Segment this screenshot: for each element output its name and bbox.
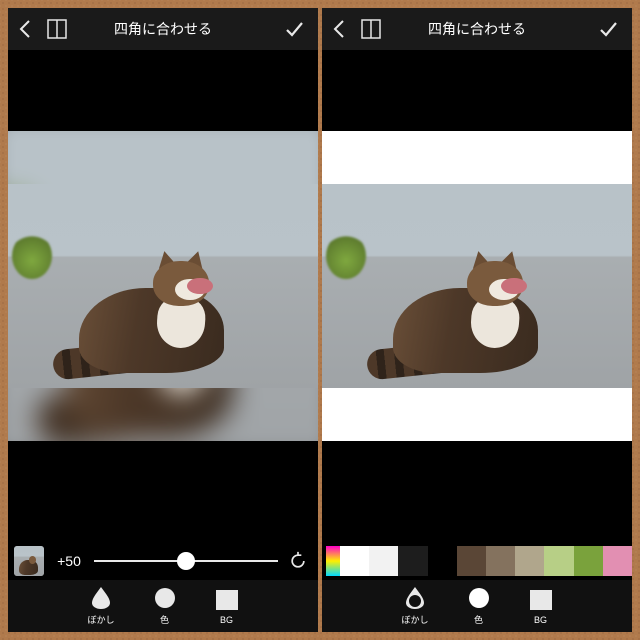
tool-bar: ぼかし 色 BG: [8, 580, 318, 632]
color-swatch[interactable]: [544, 546, 573, 576]
confirm-button[interactable]: [590, 8, 626, 50]
color-swatch[interactable]: [515, 546, 544, 576]
blur-option-bar: +50: [8, 542, 318, 580]
reset-button[interactable]: [284, 547, 312, 575]
bg-pattern-icon: [215, 588, 239, 612]
aspect-ratio-icon[interactable]: [42, 8, 72, 50]
back-button[interactable]: [322, 8, 356, 50]
color-picker-gradient[interactable]: [326, 546, 340, 576]
tool-blur[interactable]: ぼかし: [393, 582, 436, 630]
color-circle-icon: [467, 586, 491, 610]
color-swatch[interactable]: [486, 546, 515, 576]
source-thumbnail[interactable]: [14, 546, 44, 576]
tool-label: BG: [220, 615, 233, 625]
color-circle-icon: [153, 586, 177, 610]
tool-label: 色: [474, 613, 483, 626]
blur-drop-icon: [403, 586, 427, 610]
tool-label: ぼかし: [87, 613, 114, 626]
tool-bg[interactable]: BG: [521, 584, 561, 629]
color-swatch[interactable]: [428, 546, 457, 576]
tool-blur[interactable]: ぼかし: [79, 582, 122, 630]
color-swatch[interactable]: [369, 546, 398, 576]
color-palette: [322, 542, 632, 580]
top-bar: 四角に合わせる: [8, 8, 318, 50]
bg-pattern-icon: [529, 588, 553, 612]
color-swatch[interactable]: [603, 546, 632, 576]
tool-bg[interactable]: BG: [207, 584, 247, 629]
photo: [8, 184, 318, 389]
canvas[interactable]: [322, 50, 632, 542]
color-swatch[interactable]: [398, 546, 427, 576]
confirm-button[interactable]: [276, 8, 312, 50]
canvas[interactable]: [8, 50, 318, 542]
blur-drop-icon: [89, 586, 113, 610]
tool-label: 色: [160, 613, 169, 626]
blur-slider[interactable]: [94, 546, 278, 576]
photo: [322, 184, 632, 389]
top-bar: 四角に合わせる: [322, 8, 632, 50]
tool-color[interactable]: 色: [145, 582, 185, 630]
tool-color[interactable]: 色: [459, 582, 499, 630]
aspect-ratio-icon[interactable]: [356, 8, 386, 50]
slider-value: +50: [50, 553, 88, 569]
image-square: [322, 131, 632, 441]
image-square: [8, 131, 318, 441]
screen-right: 四角に合わせる ぼかし 色 BG: [322, 8, 632, 632]
color-swatch[interactable]: [574, 546, 603, 576]
color-swatch[interactable]: [340, 546, 369, 576]
tool-bar: ぼかし 色 BG: [322, 580, 632, 632]
screen-left: 四角に合わせる +50: [8, 8, 318, 632]
tool-label: BG: [534, 615, 547, 625]
tool-label: ぼかし: [401, 613, 428, 626]
color-swatch[interactable]: [457, 546, 486, 576]
back-button[interactable]: [8, 8, 42, 50]
